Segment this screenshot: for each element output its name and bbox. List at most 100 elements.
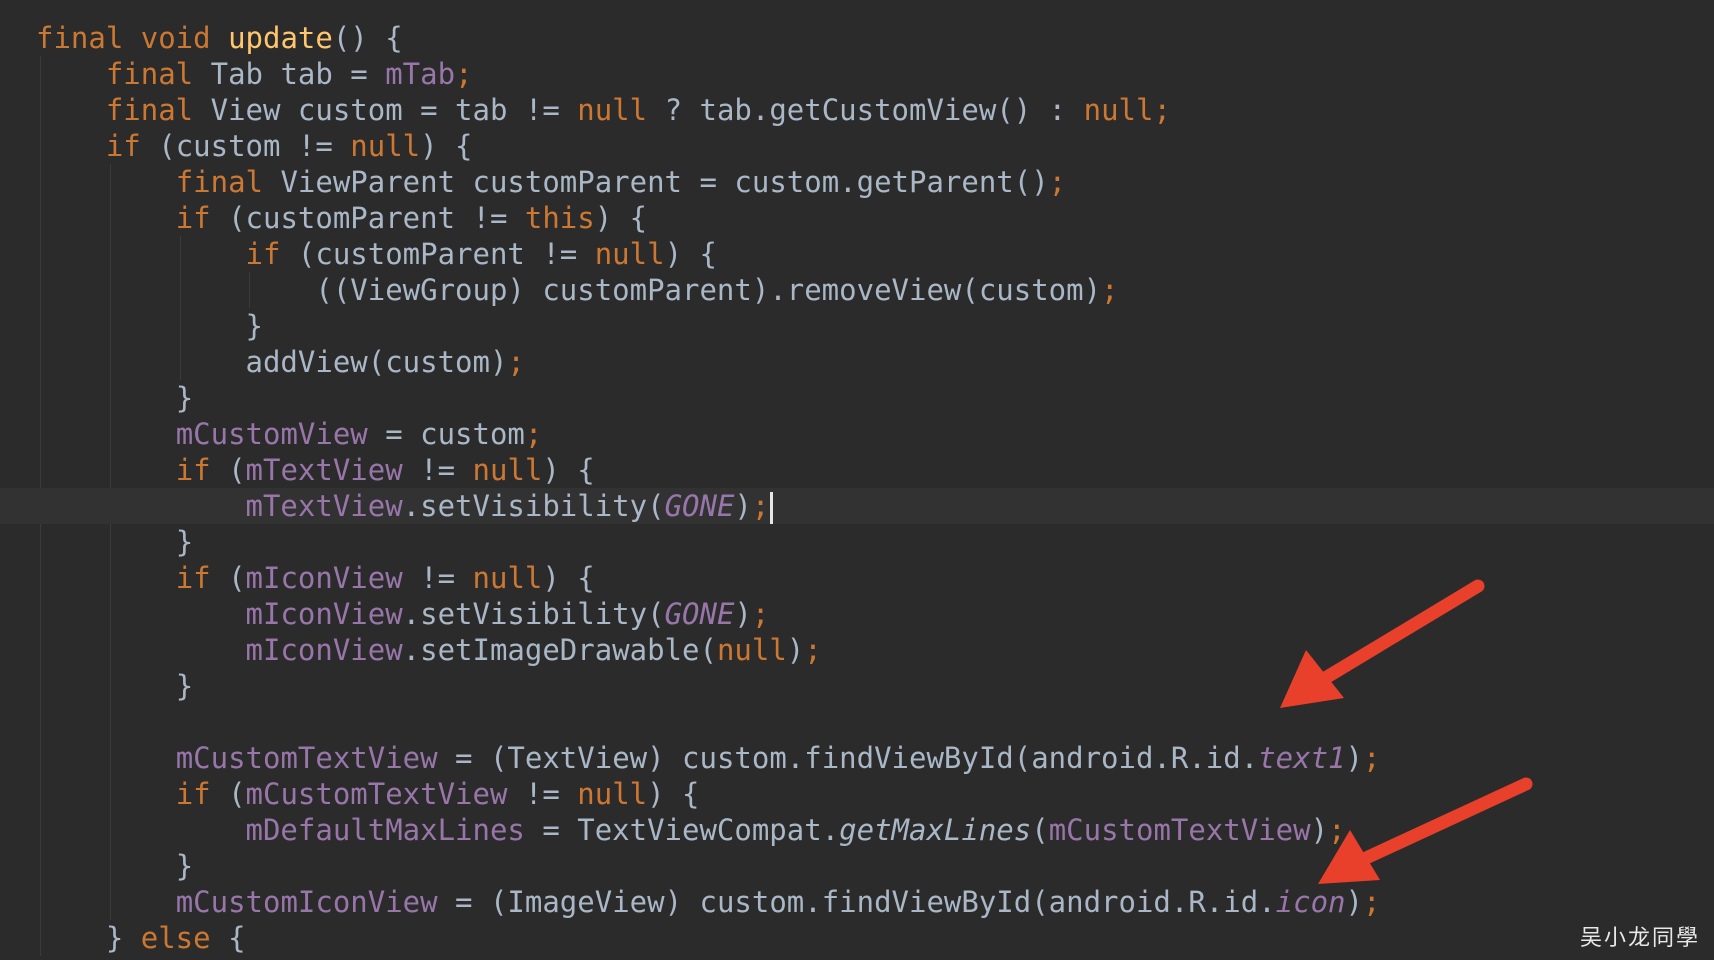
code-line[interactable]: }: [36, 848, 1696, 884]
code-token: ): [1345, 741, 1363, 775]
code-line[interactable]: }: [36, 524, 1696, 560]
code-token: mIconView: [245, 597, 403, 631]
text-caret: [770, 492, 774, 524]
code-token: null: [472, 561, 543, 595]
code-line[interactable]: if (mTextView != null) {: [36, 452, 1696, 488]
code-line[interactable]: mIconView.setImageDrawable(null);: [36, 632, 1696, 668]
code-token: !=: [507, 777, 578, 811]
code-token: ): [1310, 813, 1329, 847]
code-line[interactable]: }: [36, 308, 1696, 344]
code-token: ) {: [647, 777, 700, 811]
code-token: ;: [507, 345, 525, 379]
code-token: }: [105, 921, 141, 955]
code-token: = custom: [367, 417, 525, 451]
code-token: ) {: [594, 201, 648, 235]
code-token: ;: [455, 57, 473, 91]
code-token: ;: [1048, 165, 1067, 199]
code-token: null: [577, 93, 665, 127]
code-line[interactable]: mCustomTextView = (TextView) custom.find…: [36, 740, 1696, 776]
code-token: ) {: [542, 453, 595, 487]
code-line[interactable]: final Tab tab = mTab;: [36, 56, 1696, 92]
code-token: null: [577, 777, 648, 811]
code-token: getMaxLines: [839, 813, 1032, 847]
code-token: null;: [1083, 93, 1171, 127]
code-token: = (ImageView) custom.findViewById(androi…: [437, 885, 1276, 919]
code-line[interactable]: mDefaultMaxLines = TextViewCompat.getMax…: [36, 812, 1696, 848]
code-line[interactable]: } else {: [36, 920, 1696, 956]
code-token: (: [228, 561, 246, 595]
code-token: null: [350, 129, 421, 163]
code-token: (custom !=: [158, 129, 351, 163]
code-line[interactable]: }: [36, 668, 1696, 704]
code-token: = (TextView) custom.findViewById(android…: [437, 741, 1259, 775]
code-token: ) {: [542, 561, 595, 595]
code-line[interactable]: mIconView.setVisibility(GONE);: [36, 596, 1696, 632]
code-token: View custom = tab !=: [210, 93, 578, 127]
code-line[interactable]: final void update() {: [36, 20, 1696, 56]
code-area[interactable]: final void update() { final Tab tab = mT…: [0, 20, 1714, 956]
code-token: mCustomTextView: [245, 777, 508, 811]
code-token: .setVisibility(: [402, 597, 665, 631]
code-token: ): [1345, 885, 1363, 919]
code-line[interactable]: if (mIconView != null) {: [36, 560, 1696, 596]
code-line[interactable]: if (customParent != this) {: [36, 200, 1696, 236]
code-line[interactable]: if (mCustomTextView != null) {: [36, 776, 1696, 812]
code-line[interactable]: mCustomIconView = (ImageView) custom.fin…: [36, 884, 1696, 920]
code-token: mTextView: [245, 453, 403, 487]
code-token: ) {: [664, 237, 717, 271]
code-token: mIconView: [245, 561, 403, 595]
code-line[interactable]: final View custom = tab != null ? tab.ge…: [36, 92, 1696, 128]
code-token: final: [105, 57, 211, 91]
code-line[interactable]: [36, 704, 1696, 740]
code-token: null: [594, 237, 665, 271]
code-token: .setImageDrawable(: [402, 633, 717, 667]
code-token: this: [524, 201, 595, 235]
code-token: (: [228, 453, 246, 487]
code-token: }: [245, 309, 263, 343]
code-editor[interactable]: final void update() { final Tab tab = mT…: [0, 0, 1714, 960]
code-token: ): [786, 633, 805, 667]
code-token: final: [105, 93, 211, 127]
code-token: ;: [524, 417, 543, 451]
code-token: (customParent !=: [228, 201, 525, 235]
code-token: mTab: [385, 57, 456, 91]
code-token: else: [140, 921, 229, 955]
code-token: icon: [1275, 885, 1346, 919]
code-line[interactable]: }: [36, 380, 1696, 416]
code-line[interactable]: ((ViewGroup) customParent).removeView(cu…: [36, 272, 1696, 308]
code-token: final: [175, 165, 281, 199]
code-line[interactable]: mTextView.setVisibility(GONE);: [0, 488, 1714, 524]
code-token: ): [734, 489, 752, 523]
code-line[interactable]: addView(custom);: [36, 344, 1696, 380]
code-token: ;: [751, 489, 770, 523]
code-line[interactable]: final ViewParent customParent = custom.g…: [36, 164, 1696, 200]
code-token: }: [175, 669, 194, 703]
code-token: }: [175, 525, 194, 559]
code-token: (: [1031, 813, 1049, 847]
code-token: mCustomTextView: [175, 741, 438, 775]
code-token: }: [175, 381, 194, 415]
code-token: update: [228, 21, 333, 55]
code-line[interactable]: if (custom != null) {: [36, 128, 1696, 164]
code-line[interactable]: if (customParent != null) {: [36, 236, 1696, 272]
code-token: ViewParent customParent = custom.getPare…: [280, 165, 1049, 199]
code-token: if: [175, 777, 229, 811]
code-token: null: [716, 633, 787, 667]
code-token: (customParent !=: [297, 237, 595, 271]
code-line[interactable]: mCustomView = custom;: [36, 416, 1696, 452]
code-token: ;: [1101, 273, 1119, 307]
